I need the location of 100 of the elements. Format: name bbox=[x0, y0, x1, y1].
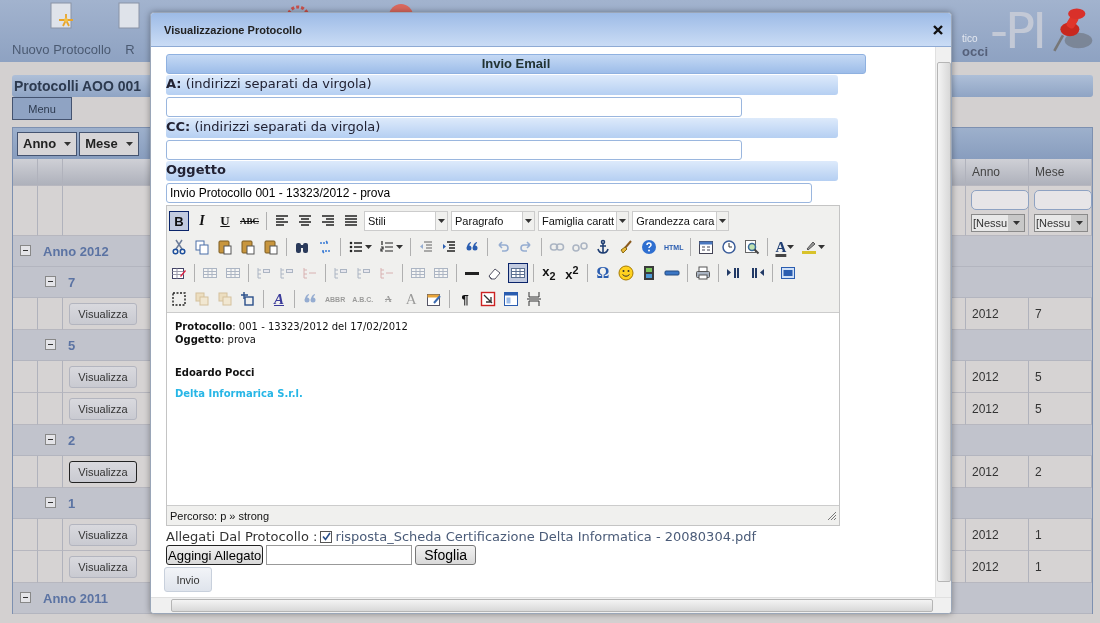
magnifier-icon bbox=[744, 239, 761, 255]
view-button[interactable]: Visualizza bbox=[69, 460, 137, 483]
table-cell: 2 bbox=[1029, 456, 1092, 488]
caret-icon bbox=[1012, 220, 1020, 225]
caret-icon bbox=[64, 141, 72, 146]
menu-button[interactable]: Menu bbox=[12, 97, 72, 120]
table-icon bbox=[202, 265, 218, 281]
table-cell: 2012 bbox=[966, 456, 1029, 488]
toolbar-select[interactable]: Grandezza cara bbox=[632, 211, 730, 231]
caret-icon bbox=[787, 245, 795, 249]
toolbar-button[interactable] bbox=[169, 237, 189, 257]
send-button[interactable]: Invio bbox=[164, 567, 212, 592]
table-icon bbox=[510, 265, 526, 281]
clipboard-icon bbox=[240, 239, 256, 255]
filter-field[interactable] bbox=[971, 189, 1029, 210]
table-icon bbox=[225, 265, 241, 281]
broken-chain-icon bbox=[572, 239, 588, 255]
editor-text: Delta Informarica S.r.l. bbox=[175, 388, 304, 399]
toolbar-select[interactable]: Paragrafo bbox=[451, 211, 535, 231]
editor-text: Protocollo: 001 - 13323/2012 del 17/02/2012 bbox=[175, 320, 409, 333]
dashed-square-icon bbox=[171, 291, 187, 307]
caret-icon bbox=[1075, 220, 1083, 225]
clipboard-icon bbox=[217, 239, 233, 255]
toolbar-button[interactable]: I bbox=[192, 211, 212, 231]
input-field[interactable]: Invio Protocollo 001 - 13323/2012 - prova bbox=[166, 183, 812, 203]
toolbar-button[interactable] bbox=[508, 263, 528, 283]
table-cell: 5 bbox=[1029, 393, 1092, 425]
field-label: Oggetto bbox=[166, 161, 838, 181]
group-label: 2 bbox=[68, 432, 76, 448]
clock-icon bbox=[721, 239, 738, 255]
toolbar-button[interactable]: ¶ bbox=[455, 289, 476, 309]
close-button[interactable] bbox=[931, 22, 945, 37]
table-cell: 7 bbox=[1029, 298, 1092, 330]
toolbar-button[interactable]: x$^{2}$ bbox=[562, 263, 582, 283]
filter-select[interactable]: [Nessu bbox=[1034, 213, 1088, 232]
toolbar-button[interactable]: A bbox=[269, 289, 289, 309]
table-cell: 2012 bbox=[966, 361, 1029, 393]
user-name: occi bbox=[962, 44, 989, 59]
column-header[interactable]: Anno bbox=[966, 159, 1029, 186]
toolbar-button[interactable] bbox=[693, 263, 713, 283]
table-icon bbox=[410, 265, 426, 281]
toolbar-select[interactable]: Stili bbox=[364, 211, 448, 231]
editor-text: Oggetto: prova bbox=[175, 333, 257, 346]
editor-text: Edoardo Pocci bbox=[175, 367, 256, 378]
anchor-icon bbox=[595, 239, 611, 255]
file-field[interactable] bbox=[266, 545, 413, 565]
toolbar-button[interactable]: ABC bbox=[238, 211, 261, 231]
close-icon bbox=[933, 24, 943, 35]
field-label: CC: (indirizzi separati da virgola) bbox=[166, 118, 838, 138]
collapse-icon bbox=[45, 339, 56, 350]
resize-grip-icon[interactable] bbox=[827, 510, 837, 521]
dialog-title: Visualizzazione Protocollo bbox=[164, 23, 302, 36]
film-icon bbox=[641, 265, 657, 281]
undo-icon bbox=[495, 239, 511, 255]
toolbar-button[interactable]: U bbox=[215, 211, 235, 231]
field-label: A: (indirizzi separati da virgola) bbox=[166, 75, 838, 95]
view-button[interactable]: Visualizza bbox=[69, 523, 137, 546]
view-button[interactable]: Visualizza bbox=[69, 365, 137, 388]
text-direction-icon bbox=[726, 265, 742, 281]
file-name: risposta_Scheda Certificazione Delta Informatica - 20080304.pdf bbox=[335, 529, 757, 544]
view-button[interactable]: Visualizza bbox=[69, 397, 137, 420]
logo-tagline: tico bbox=[962, 33, 978, 44]
browse-button[interactable]: Sfoglia bbox=[415, 545, 477, 565]
view-button[interactable]: Visualizza bbox=[69, 302, 137, 325]
caret-icon bbox=[818, 245, 826, 249]
indent-icon bbox=[441, 239, 457, 255]
brush-icon bbox=[618, 239, 634, 255]
toolbar-select[interactable]: Famiglia caratt bbox=[538, 211, 630, 231]
add-attachment-button[interactable]: Aggingi Allegato bbox=[166, 545, 264, 565]
pages-icon bbox=[194, 239, 210, 255]
table-cell: 5 bbox=[1029, 361, 1092, 393]
text-lines-icon bbox=[274, 213, 290, 229]
column-header[interactable]: Mese bbox=[1029, 159, 1092, 186]
table-icon bbox=[433, 265, 449, 281]
filter-field[interactable] bbox=[1034, 189, 1092, 210]
group-by-chip[interactable]: Mese bbox=[79, 131, 139, 156]
toolbar-button[interactable] bbox=[169, 289, 189, 309]
toolbar-button[interactable]: B bbox=[169, 211, 189, 231]
square-plus-icon bbox=[240, 291, 256, 307]
caret-icon bbox=[525, 219, 532, 223]
calendar-icon bbox=[698, 239, 715, 255]
input-field[interactable] bbox=[166, 140, 742, 160]
horizontal-scrollbar[interactable] bbox=[151, 597, 951, 613]
text-direction-icon bbox=[749, 265, 765, 281]
view-button[interactable]: Visualizza bbox=[69, 555, 137, 578]
toolbar-button[interactable]: Ω bbox=[593, 263, 613, 283]
vertical-scrollbar[interactable] bbox=[935, 47, 951, 597]
table-row-icon bbox=[302, 265, 318, 281]
clipboard-icon bbox=[263, 239, 279, 255]
text-lines-icon bbox=[297, 213, 313, 229]
toolbar-button[interactable]: A bbox=[773, 237, 797, 257]
group-by-chip[interactable]: Anno bbox=[17, 131, 78, 156]
smiley-icon bbox=[618, 265, 634, 281]
outdent-icon bbox=[418, 239, 434, 255]
toolbar-button[interactable]: x$_{2}$ bbox=[539, 263, 559, 283]
table-cell: 1 bbox=[1029, 519, 1092, 551]
caret-icon bbox=[719, 219, 727, 223]
input-field[interactable] bbox=[166, 97, 742, 117]
filter-select[interactable]: [Nessu bbox=[971, 213, 1025, 232]
checkbox[interactable] bbox=[320, 530, 333, 543]
